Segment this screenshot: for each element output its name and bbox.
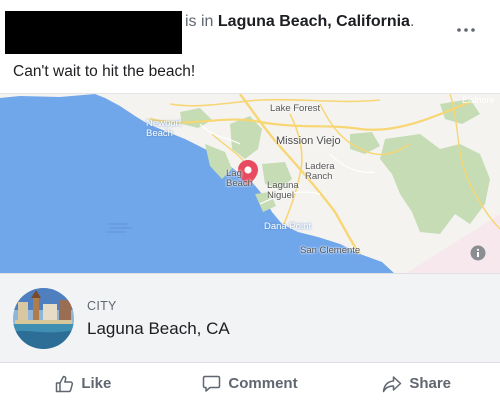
map-label-elsinore: Elsinore [462, 95, 495, 105]
post-header: is in Laguna Beach, California. [0, 0, 500, 58]
place-thumbnail [13, 288, 74, 349]
thumbs-up-icon [56, 375, 74, 392]
map-label-ladera-ranch: Ladera Ranch [305, 161, 335, 182]
like-button[interactable]: Like [0, 364, 167, 403]
comment-button[interactable]: Comment [167, 364, 334, 403]
map-label-lake-forest: Lake Forest [270, 103, 321, 114]
location-map[interactable]: Elsinore Lake Forest Newport Beach Missi… [0, 93, 500, 273]
post-message: Can't wait to hit the beach! [13, 63, 196, 80]
map-label-mission-viejo: Mission Viejo [276, 135, 341, 147]
header-location-link[interactable]: Laguna Beach, California [218, 13, 410, 30]
header-suffix: . [409, 13, 415, 30]
like-label: Like [81, 375, 112, 392]
comment-icon [203, 375, 221, 392]
post-actions-bar: Like Comment Share [0, 364, 500, 403]
info-icon [470, 245, 486, 261]
place-card[interactable]: CITY Laguna Beach, CA [0, 273, 500, 363]
comment-label: Comment [228, 375, 298, 392]
post-header-text: is in Laguna Beach, California. [185, 13, 414, 31]
city-photo-image [13, 288, 74, 349]
share-arrow-icon [383, 375, 402, 392]
place-name[interactable]: Laguna Beach, CA [87, 319, 230, 339]
map-label-san-clemente: San Clemente [300, 245, 361, 256]
redacted-author-name [5, 11, 182, 54]
share-label: Share [409, 375, 452, 392]
map-label-laguna-beach: Lag Beach [226, 168, 253, 189]
map-label-newport-beach: Newport Beach [146, 118, 182, 139]
place-type-label: CITY [87, 299, 117, 313]
more-options-button[interactable] [455, 20, 477, 40]
header-prefix: is in [185, 13, 214, 30]
map-info-button[interactable] [470, 245, 486, 261]
map-label-laguna-niguel: Laguna Niguel [267, 180, 299, 201]
share-button[interactable]: Share [333, 364, 500, 403]
more-horizontal-icon [457, 28, 475, 32]
map-label-dana-point: Dana Point [264, 221, 312, 232]
